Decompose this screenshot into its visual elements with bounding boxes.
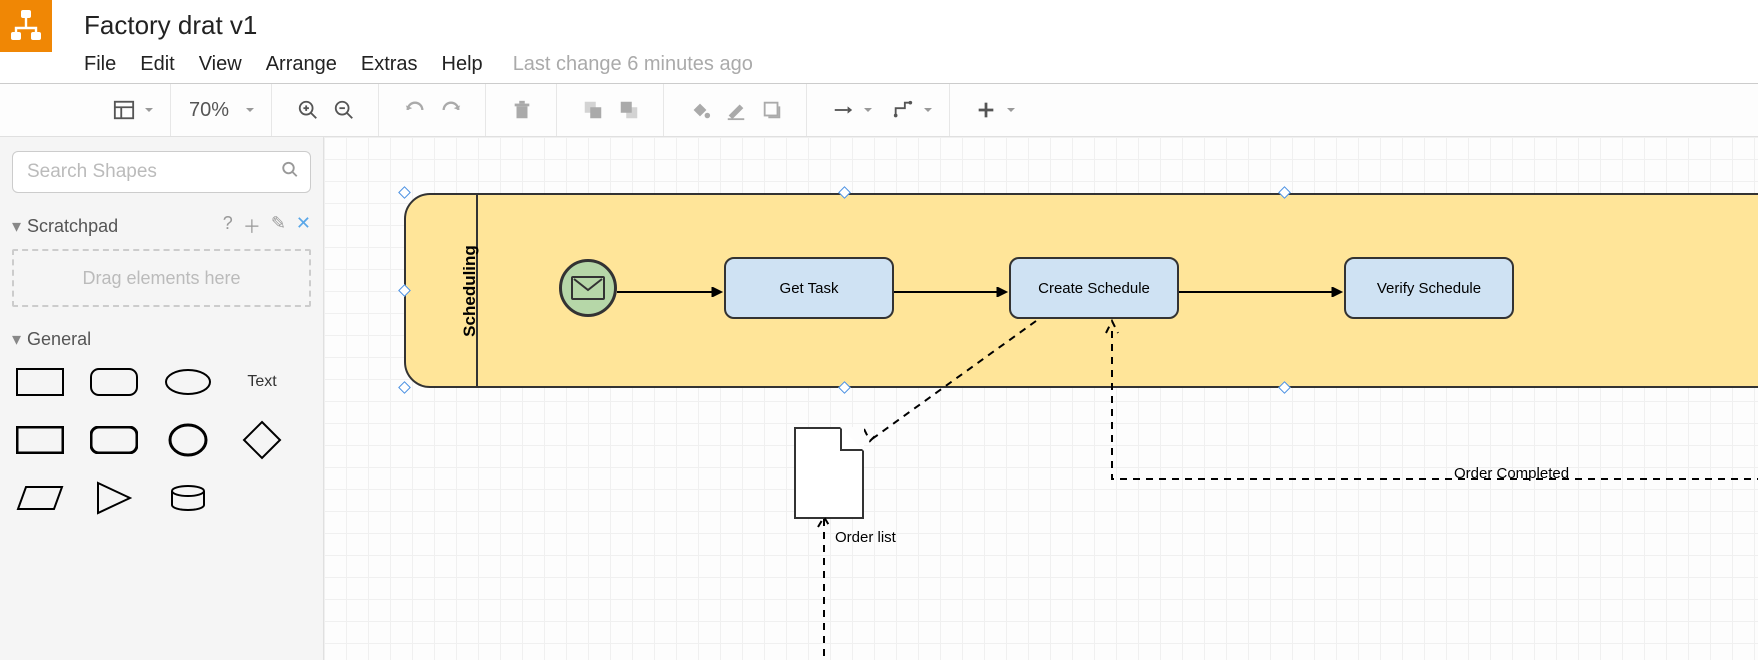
app-logo — [0, 0, 52, 52]
selection-handle[interactable] — [398, 186, 411, 199]
shape-palette: Text — [12, 360, 311, 520]
bpmn-start-event[interactable] — [559, 259, 617, 317]
menu-help[interactable]: Help — [442, 53, 483, 76]
delete-button[interactable] — [504, 92, 540, 128]
toolbar: 70% — [0, 84, 1758, 137]
page-view-caret[interactable] — [144, 105, 154, 115]
general-label: General — [27, 329, 91, 350]
save-status: Last change 6 minutes ago — [513, 53, 753, 76]
scratchpad-label: Scratchpad — [27, 216, 118, 237]
shape-triangle[interactable] — [88, 480, 140, 516]
selection-handle[interactable] — [398, 381, 411, 394]
edge-label[interactable]: Order Completed — [1454, 465, 1569, 482]
sequence-flow[interactable] — [894, 287, 1009, 297]
drawio-logo-icon — [8, 8, 44, 44]
waypoints-caret[interactable] — [923, 105, 933, 115]
waypoints-button[interactable] — [885, 92, 921, 128]
data-association[interactable] — [814, 319, 834, 660]
lane-title[interactable]: Scheduling — [460, 245, 480, 337]
shape-text[interactable]: Text — [236, 364, 288, 400]
caret-down-icon: ▾ — [12, 216, 21, 237]
shape-rectangle[interactable] — [14, 364, 66, 400]
bpmn-task-get-task[interactable]: Get Task — [724, 257, 894, 319]
bpmn-task-create-schedule[interactable]: Create Schedule — [1009, 257, 1179, 319]
bpmn-task-verify-schedule[interactable]: Verify Schedule — [1344, 257, 1514, 319]
search-icon[interactable] — [281, 161, 299, 184]
line-color-button[interactable] — [718, 92, 754, 128]
shadow-button[interactable] — [754, 92, 790, 128]
sequence-flow[interactable] — [617, 287, 724, 297]
scratchpad-close-button[interactable]: ✕ — [296, 213, 311, 239]
shape-cylinder[interactable] — [162, 480, 214, 516]
diagram-canvas[interactable]: Scheduling Get Task Create Schedule Veri… — [324, 137, 1758, 660]
scratchpad-help-button[interactable]: ? — [223, 213, 233, 239]
menu-file[interactable]: File — [84, 53, 116, 76]
envelope-icon — [571, 276, 605, 300]
message-flow[interactable] — [1104, 319, 1758, 499]
header: Factory drat v1 File Edit View Arrange E… — [0, 0, 1758, 84]
connection-caret[interactable] — [863, 105, 873, 115]
shape-rounded-rectangle[interactable] — [88, 364, 140, 400]
zoom-level[interactable]: 70% — [189, 99, 229, 122]
sequence-flow[interactable] — [1179, 287, 1344, 297]
connection-button[interactable] — [825, 92, 861, 128]
caret-down-icon: ▾ — [12, 329, 21, 350]
menubar: File Edit View Arrange Extras Help Last … — [84, 53, 753, 76]
menu-arrange[interactable]: Arrange — [266, 53, 337, 76]
insert-button[interactable] — [968, 92, 1004, 128]
shape-rounded-rectangle-thick[interactable] — [88, 422, 140, 458]
page-view-button[interactable] — [106, 92, 142, 128]
menu-extras[interactable]: Extras — [361, 53, 418, 76]
scratchpad-edit-button[interactable]: ✎ — [271, 213, 286, 239]
scratchpad-dropzone[interactable]: Drag elements here — [12, 249, 311, 307]
scratchpad-section[interactable]: ▾ Scratchpad ? ＋ ✎ ✕ — [12, 213, 311, 239]
scratchpad-add-button[interactable]: ＋ — [243, 213, 261, 239]
redo-button[interactable] — [433, 92, 469, 128]
insert-caret[interactable] — [1006, 105, 1016, 115]
shape-diamond[interactable] — [236, 422, 288, 458]
fill-color-button[interactable] — [682, 92, 718, 128]
shape-ellipse[interactable] — [162, 364, 214, 400]
to-front-button[interactable] — [575, 92, 611, 128]
search-shapes-input[interactable] — [12, 151, 311, 193]
zoom-caret[interactable] — [245, 105, 255, 115]
sidebar: ▾ Scratchpad ? ＋ ✎ ✕ Drag elements here … — [0, 137, 324, 660]
shape-rectangle-thick[interactable] — [14, 422, 66, 458]
document-title[interactable]: Factory drat v1 — [84, 10, 753, 41]
general-section[interactable]: ▾ General — [12, 329, 311, 350]
shape-parallelogram[interactable] — [14, 480, 66, 516]
shape-ellipse-thick[interactable] — [162, 422, 214, 458]
zoom-out-button[interactable] — [326, 92, 362, 128]
data-association[interactable] — [864, 319, 1044, 449]
data-object-label: Order list — [835, 529, 896, 546]
to-back-button[interactable] — [611, 92, 647, 128]
zoom-in-button[interactable] — [290, 92, 326, 128]
menu-view[interactable]: View — [199, 53, 242, 76]
menu-edit[interactable]: Edit — [140, 53, 174, 76]
undo-button[interactable] — [397, 92, 433, 128]
